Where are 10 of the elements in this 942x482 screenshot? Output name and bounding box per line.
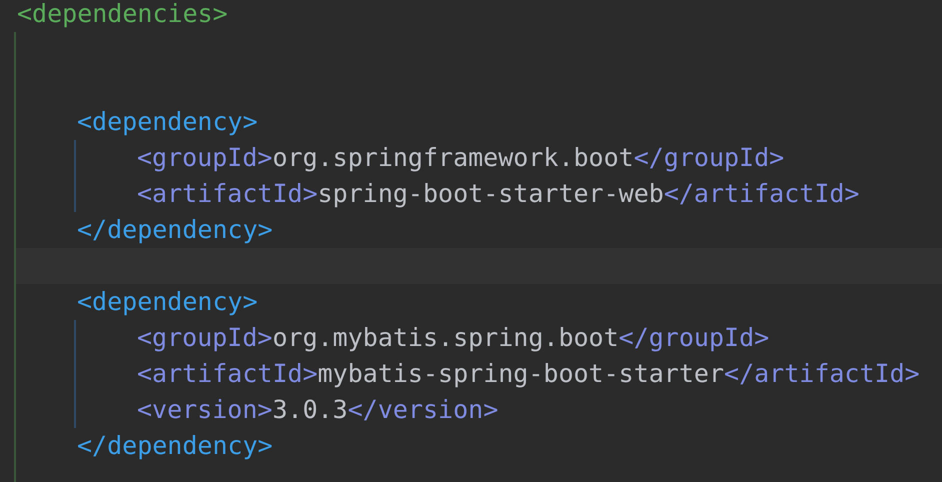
code-line: <groupId>org.mybatis.spring.boot</groupId>	[137, 323, 770, 352]
code-line: <artifactId>mybatis-spring-boot-starter</artifactId>	[137, 359, 920, 388]
code-line: <dependencies>	[17, 0, 228, 28]
code-line: <dependency>	[77, 287, 258, 316]
code-line: </dependency>	[77, 431, 273, 460]
code-line: <version>3.0.3</version>	[137, 395, 498, 424]
code-line: <dependency>	[77, 107, 258, 136]
code-line: </dependency>	[77, 215, 273, 244]
code-line: <artifactId>spring-boot-starter-web</artifactId>	[137, 179, 860, 208]
code-line: <groupId>org.springframework.boot</groupId>	[137, 143, 784, 172]
